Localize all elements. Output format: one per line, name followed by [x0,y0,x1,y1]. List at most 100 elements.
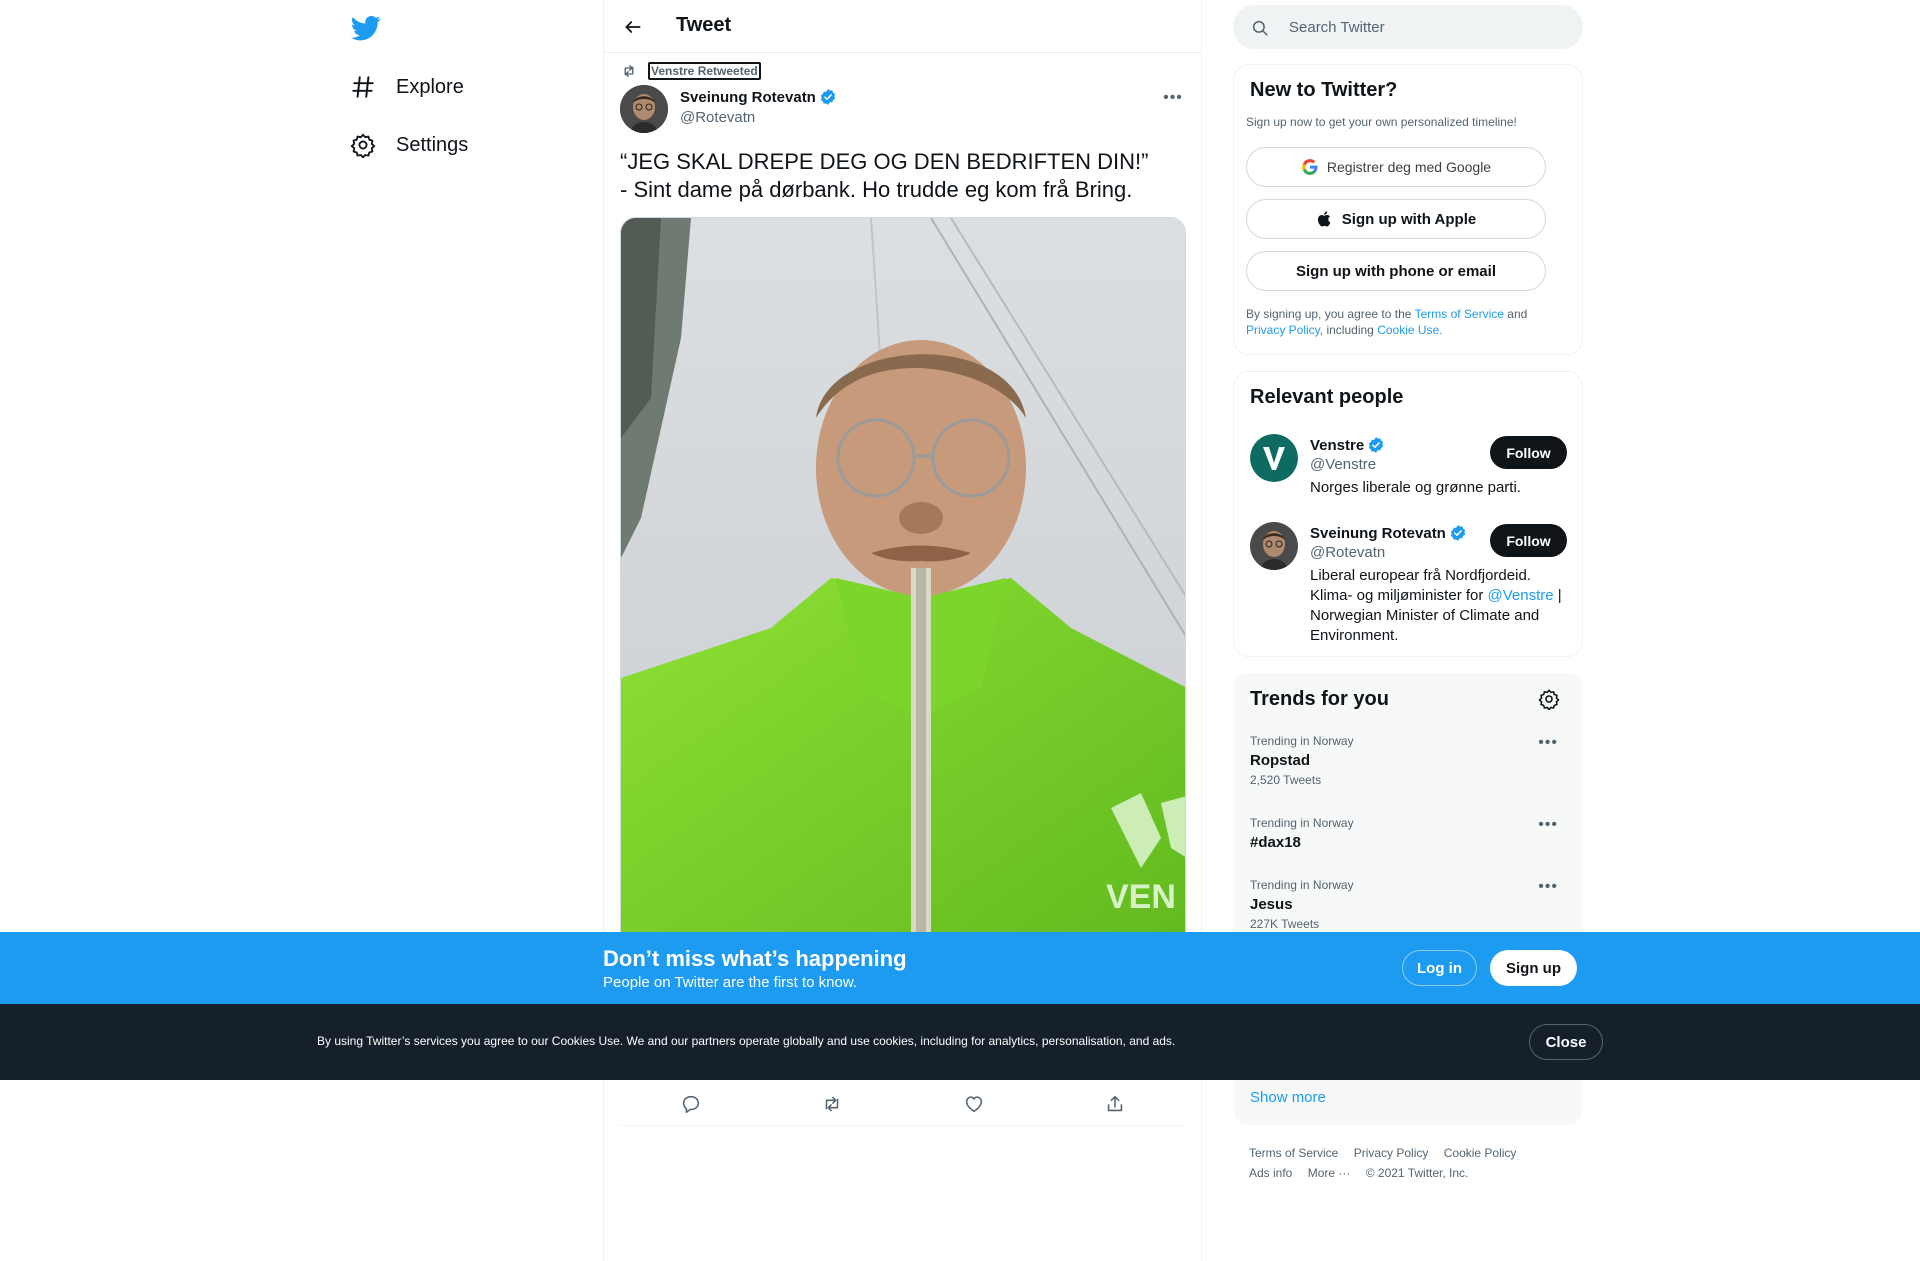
share-icon[interactable] [1104,1093,1126,1115]
retweet-action-icon[interactable] [821,1093,843,1115]
apple-icon [1317,211,1331,227]
person-bio: Norges liberale og grønne parti. [1310,479,1521,496]
search-icon [1252,20,1268,36]
follow-button[interactable]: Follow [1490,436,1567,469]
cookie-use-link[interactable]: Cookie Use. [1377,323,1442,337]
ellipsis-icon[interactable]: ••• [1538,734,1558,752]
avatar[interactable] [620,85,668,133]
relevant-people-title: Relevant people [1250,386,1404,408]
ellipsis-icon[interactable]: ••• [1538,816,1558,834]
tweet-text: “JEG SKAL DREPE DEG OG DEN BEDRIFTEN DIN… [620,149,1149,202]
person-name-text: Sveinung Rotevatn [1310,524,1446,542]
signup-button[interactable]: Sign up [1490,950,1577,986]
search-input[interactable] [1289,5,1569,49]
signup-subtitle: Sign up now to get your own personalized… [1246,115,1517,129]
phone-email-signup-button[interactable]: Sign up with phone or email [1246,251,1546,291]
author-name-text: Sveinung Rotevatn [680,88,816,106]
avatar[interactable] [1250,434,1298,482]
person-name[interactable]: Sveinung Rotevatn [1310,524,1467,542]
tweet-header: Tweet [604,0,1201,53]
tweet-actions [620,1085,1186,1123]
cookie-banner: By using Twitter’s services you agree to… [0,1004,1920,1080]
phone-signup-label: Sign up with phone or email [1295,262,1496,280]
signup-legal-text: By signing up, you agree to the Terms of… [1246,306,1566,338]
google-signup-button[interactable]: Registrer deg med Google [1246,147,1546,187]
search-bar[interactable] [1233,5,1583,49]
retweet-icon [624,65,634,77]
ellipsis-icon: ••• [1163,89,1183,106]
more-options-button[interactable]: ••• [1161,86,1185,110]
reply-icon[interactable] [680,1093,702,1115]
back-button[interactable] [618,12,648,42]
footer-terms-link[interactable]: Terms of Service [1249,1146,1338,1160]
trend-name: #dax18 [1250,834,1301,851]
gear-icon [350,132,376,158]
tweet-photo[interactable]: VEN [620,217,1186,977]
legal-and: and [1507,307,1528,321]
login-prompt-banner: Don’t miss what’s happening People on Tw… [0,932,1920,1004]
signup-card: New to Twitter? Sign up now to get your … [1233,64,1583,355]
trend-count: 227K Tweets [1250,917,1320,931]
twitter-logo-icon[interactable] [350,13,382,43]
trend-item[interactable]: Trending in Norway Ropstad 2,520 Tweets … [1250,734,1568,787]
arrow-left-icon [625,21,641,33]
show-more-link[interactable]: Show more [1250,1089,1326,1106]
privacy-link[interactable]: Privacy Policy [1246,323,1320,337]
person-name[interactable]: Venstre [1310,436,1385,454]
nav-label-explore: Explore [396,75,464,98]
person-name-text: Venstre [1310,436,1365,454]
google-signup-label: Registrer deg med Google [1326,159,1492,175]
trend-name: Ropstad [1250,752,1310,769]
trend-item[interactable]: Trending in Norway #dax18 ••• [1250,816,1568,851]
nav-label-settings: Settings [396,133,469,156]
login-button[interactable]: Log in [1402,950,1477,986]
terms-link[interactable]: Terms of Service [1415,307,1504,321]
footer-copyright: © 2021 Twitter, Inc. [1365,1166,1469,1180]
follow-button[interactable]: Follow [1490,524,1567,557]
footer-cookie-link[interactable]: Cookie Policy [1444,1146,1517,1160]
divider [620,1125,1186,1126]
author-handle[interactable]: @Rotevatn [680,109,755,126]
banner-title: Don’t miss what’s happening [603,946,907,971]
legal-including: , including [1319,323,1374,337]
verified-badge-icon [820,89,835,105]
trend-context: Trending in Norway [1250,734,1354,748]
retweeted-by-link[interactable]: Venstre Retweeted [648,62,761,80]
footer-ads-link[interactable]: Ads info [1249,1166,1292,1180]
bio-mention-link[interactable]: @Venstre [1488,587,1554,604]
person-handle[interactable]: @Rotevatn [1310,544,1385,561]
cookie-notice-text: By using Twitter’s services you agree to… [317,1034,1176,1048]
google-icon [1302,159,1318,175]
ellipsis-icon[interactable]: ••• [1538,878,1558,896]
person-bio: Liberal europear frå Nordfjordeid. Klima… [1310,566,1570,646]
trend-context: Trending in Norway [1250,816,1354,830]
svg-text:VEN: VEN [1106,878,1176,916]
trend-count: 2,520 Tweets [1250,773,1322,787]
signup-title: New to Twitter? [1250,79,1398,101]
trends-title: Trends for you [1250,688,1389,710]
retweet-indicator: Venstre Retweeted [620,62,761,80]
author-name[interactable]: Sveinung Rotevatn [680,88,837,106]
trend-context: Trending in Norway [1250,878,1354,892]
like-heart-icon[interactable] [963,1093,985,1115]
page-title: Tweet [676,14,732,36]
gear-icon[interactable] [1538,688,1560,710]
verified-badge-icon [1450,525,1465,541]
verified-badge-icon [1369,437,1384,453]
cookie-close-button[interactable]: Close [1529,1024,1603,1060]
legal-prefix: By signing up, you agree to the [1246,307,1412,321]
apple-signup-label: Sign up with Apple [1341,210,1477,228]
footer-privacy-link[interactable]: Privacy Policy [1354,1146,1429,1160]
nav-item-explore[interactable]: Explore [350,67,464,107]
trend-item[interactable]: Trending in Norway Jesus 227K Tweets ••• [1250,878,1568,931]
footer-more-link[interactable]: More ··· [1308,1166,1351,1180]
person-handle[interactable]: @Venstre [1310,456,1376,473]
avatar[interactable] [1250,522,1298,570]
hashtag-icon [350,74,376,100]
apple-signup-button[interactable]: Sign up with Apple [1246,199,1546,239]
trend-name: Jesus [1250,896,1293,913]
relevant-people-card: Relevant people Venstre @Venstre Follow … [1233,371,1583,657]
footer-links: Terms of Service Privacy Policy Cookie P… [1249,1143,1569,1183]
nav-item-settings[interactable]: Settings [350,125,468,165]
banner-subtitle: People on Twitter are the first to know. [603,974,858,991]
